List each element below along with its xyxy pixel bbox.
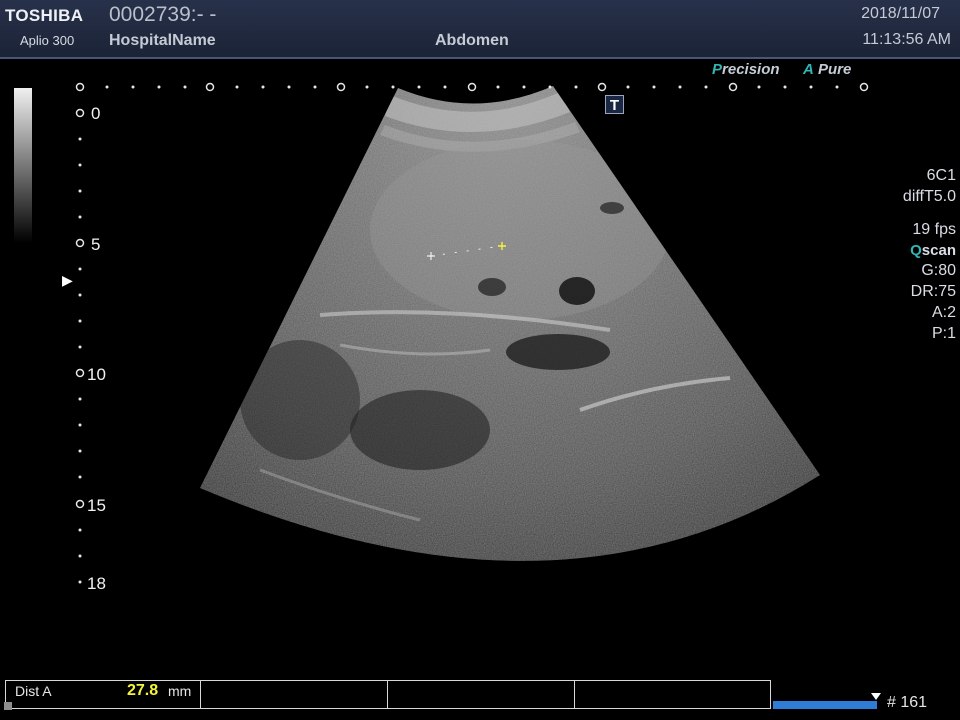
mode-label: diffT5.0 <box>902 188 956 205</box>
measurement-label: Dist A <box>15 683 52 699</box>
focus-marker-icon: ▶ <box>62 272 73 288</box>
gain-label: G:80 <box>921 262 956 279</box>
depth-scale <box>75 108 85 584</box>
dynamic-range-label: DR:75 <box>910 283 956 300</box>
measurement-unit: mm <box>168 683 192 699</box>
cine-position-marker-icon[interactable] <box>871 693 881 700</box>
status-square-icon <box>4 702 12 710</box>
acquisition-params: 6C1 diffT5.0 19 fps Qscan G:80 DR:75 A:2… <box>903 165 956 344</box>
fps-label: 19 fps <box>912 221 956 238</box>
depth-label-5: 5 <box>91 235 101 254</box>
hospital-name: HospitalName <box>109 32 216 49</box>
p-label: P:1 <box>931 325 956 342</box>
header-bar: TOSHIBA Aplio 300 0002739:- - HospitalNa… <box>0 0 960 59</box>
measurement-cell-empty <box>201 681 388 708</box>
qscan-label: Qscan <box>910 242 956 259</box>
measurement-table: Dist A 27.8 mm <box>5 680 771 709</box>
exam-time: 11:13:56 AM <box>862 31 951 48</box>
ultrasound-image <box>75 82 869 584</box>
ultrasound-screen: TOSHIBA Aplio 300 0002739:- - HospitalNa… <box>0 0 960 720</box>
exam-date: 2018/11/07 <box>861 5 940 22</box>
apure-badge: A Pure <box>803 61 852 78</box>
depth-label-15: 15 <box>87 496 106 515</box>
frame-number: # 161 <box>887 694 928 711</box>
depth-label-18: 18 <box>87 574 106 593</box>
probe-label: 6C1 <box>926 167 956 184</box>
depth-label-10: 10 <box>87 365 106 384</box>
measurement-cell: Dist A 27.8 mm <box>6 681 201 708</box>
grayscale-bar <box>14 88 32 243</box>
top-scale <box>75 82 869 92</box>
measurement-cell-empty <box>388 681 575 708</box>
exam-preset: Abdomen <box>435 32 509 49</box>
patient-id: 0002739:- - <box>109 3 217 26</box>
cine-progress-bar[interactable] <box>773 701 877 709</box>
a-label: A:2 <box>931 304 956 321</box>
precision-badge: Precision <box>712 61 780 78</box>
brand-logo: TOSHIBA <box>5 6 84 25</box>
system-model: Aplio 300 <box>20 33 75 48</box>
transducer-orientation-icon: T <box>605 95 624 114</box>
measurement-cell-empty <box>575 681 770 708</box>
depth-label-0: 0 <box>91 104 101 123</box>
measurement-value: 27.8 <box>127 682 159 699</box>
